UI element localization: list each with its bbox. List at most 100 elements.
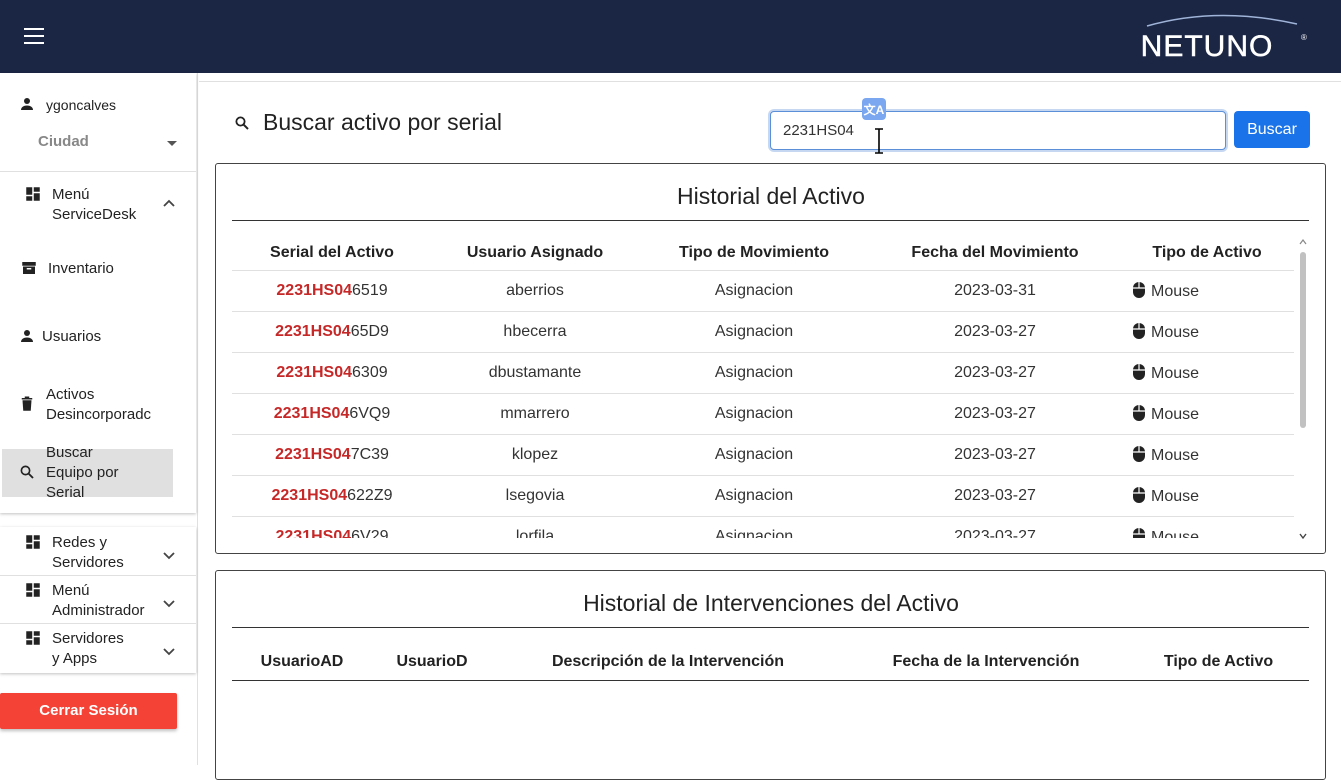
netuno-logo: NETUNO ® [1140, 14, 1307, 62]
chevron-down-icon[interactable] [163, 646, 175, 658]
table-row[interactable]: 2231HS046519 aberrios Asignacion 2023-03-31… [232, 269, 1294, 311]
serial-match: 2231HS04 [276, 281, 353, 299]
sidebar: ygoncalves Ciudad Menú ServiceDesk Invent… [0, 73, 198, 765]
serial-match: 2231HS04 [271, 486, 348, 504]
tipo-cell: Mouse [1120, 515, 1294, 538]
table-scrollbar[interactable] [1299, 239, 1307, 542]
serial-rest: 6VQ9 [349, 404, 391, 422]
panel-title: Historial de Intervenciones del Activo [583, 590, 959, 616]
table-row[interactable]: 2231HS046309 dbustamante Asignacion 2023-03… [232, 351, 1294, 393]
scrollbar-thumb[interactable] [1300, 252, 1306, 428]
sidebar-group-servidores-apps[interactable]: Servidores y Apps [24, 629, 124, 669]
column-header[interactable]: Fecha de la Intervención [844, 645, 1128, 679]
main-content: Buscar activo por serial 文A Buscar Histo… [199, 73, 1341, 780]
caret-down-icon[interactable] [166, 140, 178, 148]
sidebar-user: ygoncalves [18, 95, 116, 115]
usuario-cell: klopez [432, 433, 638, 475]
fecha-cell: 2023-03-27 [870, 433, 1120, 475]
trash-icon [21, 396, 33, 411]
chevron-down-icon[interactable] [163, 598, 175, 610]
column-header[interactable]: Tipo de Activo [1120, 236, 1294, 270]
asset-history-table-wrap[interactable]: Serial del Activo Usuario Asignado Tipo … [232, 236, 1294, 538]
column-header[interactable]: Serial del Activo [232, 236, 432, 270]
column-header[interactable]: Tipo de Activo [1128, 645, 1309, 679]
serial-search-input[interactable] [770, 111, 1226, 150]
search-icon [235, 115, 249, 130]
city-select[interactable]: Ciudad [38, 133, 89, 150]
serial-rest: 6519 [352, 281, 388, 299]
column-header[interactable]: Descripción de la Intervención [492, 645, 844, 679]
page-title: Buscar activo por serial [263, 109, 503, 135]
movimiento-cell: Asignacion [638, 474, 870, 516]
fecha-cell: 2023-03-27 [870, 351, 1120, 393]
sidebar-item-buscar-equipo[interactable]: Buscar Equipo por Serial [18, 443, 119, 503]
sidebar-item-usuarios[interactable]: Usuarios [18, 327, 101, 347]
tipo-cell: Mouse [1120, 351, 1294, 393]
dashboard-icon [26, 187, 40, 201]
person-icon [21, 98, 33, 110]
chevron-up-icon[interactable] [163, 197, 175, 209]
tipo-cell: Mouse [1120, 269, 1294, 311]
dashboard-icon [26, 631, 40, 645]
tipo-cell: Mouse [1120, 310, 1294, 352]
serial-match: 2231HS04 [275, 322, 351, 340]
tipo-label: Mouse [1151, 487, 1200, 505]
mouse-icon [1133, 486, 1145, 503]
tipo-cell: Mouse [1120, 474, 1294, 516]
logout-button[interactable]: Cerrar Sesión [0, 693, 177, 729]
interventions-panel: Historial de Intervenciones del Activo U… [215, 570, 1326, 780]
movimiento-cell: Asignacion [638, 515, 870, 538]
column-header[interactable]: Fecha del Movimiento [870, 236, 1120, 270]
table-row[interactable]: 2231HS046V29 lorfila Asignacion 2023-03-27 M… [232, 515, 1294, 538]
dashboard-icon [26, 583, 40, 597]
mouse-icon [1133, 527, 1145, 538]
search-button[interactable]: Buscar [1234, 111, 1310, 148]
sidebar-group-redes[interactable]: Redes y Servidores [24, 533, 124, 573]
table-row[interactable]: 2231HS04622Z9 lsegovia Asignacion 2023-03-2… [232, 474, 1294, 516]
tipo-cell: Mouse [1120, 392, 1294, 434]
serial-match: 2231HS04 [273, 404, 350, 422]
column-header[interactable]: UsuarioAD [232, 645, 372, 679]
sidebar-group-label: Servidores y Apps [52, 630, 124, 667]
serial-cell: 2231HS047C39 [232, 433, 432, 475]
table-row[interactable]: 2231HS047C39 klopez Asignacion 2023-03-27 Mo… [232, 433, 1294, 475]
menu-icon[interactable] [24, 28, 44, 44]
table-row[interactable]: 2231HS046VQ9 mmarrero Asignacion 2023-03-27… [232, 392, 1294, 434]
sidebar-group-label: Menú Administrador [52, 582, 145, 619]
scroll-down-icon[interactable] [1299, 532, 1307, 540]
tipo-label: Mouse [1151, 528, 1200, 538]
sidebar-item-servicedesk[interactable]: Menú ServiceDesk [24, 185, 136, 225]
movimiento-cell: Asignacion [638, 269, 870, 311]
usuario-cell: dbustamante [432, 351, 638, 393]
user-name: ygoncalves [46, 97, 117, 113]
serial-match: 2231HS04 [276, 363, 353, 381]
serial-rest: 6V29 [351, 527, 389, 538]
sidebar-group-label: Redes y Servidores [52, 534, 124, 571]
serial-rest: 6309 [352, 363, 388, 381]
search-heading: Buscar activo por serial [233, 109, 502, 136]
chevron-down-icon[interactable] [163, 550, 175, 562]
sidebar-group-administrador[interactable]: Menú Administrador [24, 581, 145, 621]
table-row[interactable]: 2231HS0465D9 hbecerra Asignacion 2023-03-27… [232, 310, 1294, 352]
movimiento-cell: Asignacion [638, 392, 870, 434]
serial-match: 2231HS04 [275, 527, 352, 538]
asset-history-table: Serial del Activo Usuario Asignado Tipo … [232, 236, 1294, 538]
serial-match: 2231HS04 [275, 445, 351, 463]
inventory-icon [22, 262, 36, 274]
sidebar-item-label: Buscar Equipo por Serial [46, 444, 119, 501]
tipo-label: Mouse [1151, 446, 1200, 464]
sidebar-item-activos-desincorporados[interactable]: Activos Desincorporadc [18, 385, 151, 425]
translate-icon[interactable]: 文A [862, 98, 886, 120]
column-header[interactable]: Tipo de Movimiento [638, 236, 870, 270]
mouse-icon [1133, 322, 1145, 339]
tipo-label: Mouse [1151, 323, 1200, 341]
sidebar-item-inventario[interactable]: Inventario [20, 259, 114, 279]
svg-text:NETUNO: NETUNO [1141, 30, 1274, 62]
column-header[interactable]: UsuarioD [372, 645, 492, 679]
tipo-label: Mouse [1151, 282, 1200, 300]
panel-title: Historial del Activo [677, 183, 865, 209]
scroll-up-icon[interactable] [1299, 238, 1307, 246]
movimiento-cell: Asignacion [638, 351, 870, 393]
column-header[interactable]: Usuario Asignado [432, 236, 638, 270]
fecha-cell: 2023-03-27 [870, 310, 1120, 352]
